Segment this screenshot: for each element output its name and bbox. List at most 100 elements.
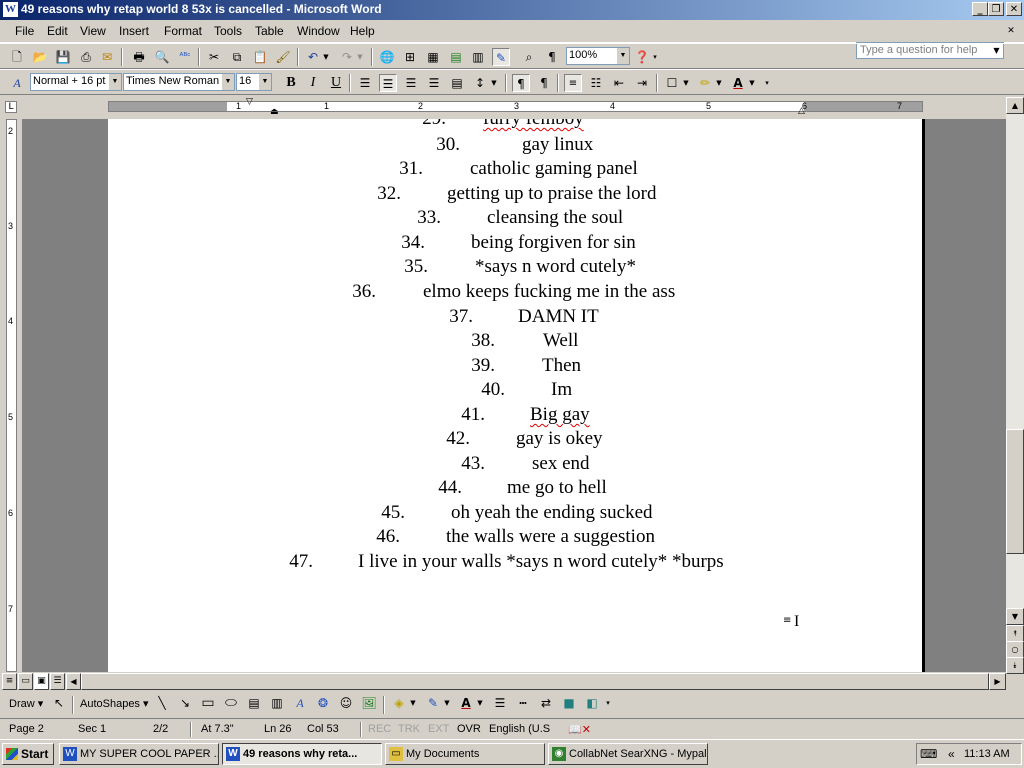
chevron-down-icon[interactable]: ▼ [258, 74, 271, 90]
increase-indent-icon[interactable]: ⇥ [633, 74, 651, 92]
next-page-icon[interactable]: ⯯ [1006, 657, 1024, 674]
style-select[interactable]: Normal + 16 pt ▼ [30, 73, 122, 91]
justify-icon[interactable]: ☰ [425, 74, 443, 92]
paste-icon[interactable]: 📋 [251, 48, 269, 66]
status-section[interactable]: Sec 1 [78, 723, 106, 735]
start-button[interactable]: Start [2, 743, 54, 765]
redo-dropdown-icon[interactable]: ▼ [355, 48, 365, 66]
select-browse-object-icon[interactable]: ○ [1006, 641, 1024, 658]
word-app-icon[interactable]: W [3, 2, 18, 17]
border-dropdown-icon[interactable]: ▼ [681, 74, 691, 92]
menu-table[interactable]: Table [255, 24, 284, 38]
align-center-icon[interactable]: ☰ [379, 74, 397, 92]
minimize-button[interactable]: _ [972, 2, 988, 16]
line-spacing-dropdown-icon[interactable]: ▼ [489, 74, 499, 92]
vertical-ruler[interactable]: 2 3 4 5 6 7 [0, 119, 22, 672]
status-rec[interactable]: REC [368, 723, 391, 735]
status-trk[interactable]: TRK [398, 723, 420, 735]
print-preview-icon[interactable]: 🔍 [153, 48, 171, 66]
autoshapes-menu-button[interactable]: AutoShapes ▾ [80, 697, 149, 710]
permission-icon[interactable]: ⎙ [77, 48, 95, 66]
close-button[interactable]: ✕ [1006, 2, 1022, 16]
email-icon[interactable]: ✉ [98, 48, 116, 66]
undo-icon[interactable]: ↶ [304, 48, 322, 66]
outline-view-icon[interactable]: ☰ [50, 673, 65, 690]
font-color-icon[interactable]: A [729, 74, 747, 92]
fill-color-icon[interactable]: ◈ [390, 694, 408, 712]
keyboard-icon[interactable]: ⌨ [920, 747, 937, 761]
text-box-icon[interactable]: ▤ [245, 694, 263, 712]
menu-format[interactable]: Format [164, 24, 202, 38]
menu-window[interactable]: Window [297, 24, 340, 38]
select-objects-icon[interactable]: ↖ [50, 694, 68, 712]
vertical-scrollbar[interactable]: ▲ ▼ ⯭ ○ ⯯ [1006, 97, 1024, 674]
line-icon[interactable]: ╲ [153, 694, 171, 712]
open-folder-icon[interactable]: 📂 [31, 48, 49, 66]
taskbar-item[interactable]: ◉ CollabNet SearXNG - Mypal [548, 743, 708, 765]
diagram-icon[interactable]: ❂ [314, 694, 332, 712]
chevron-down-icon[interactable]: ▼ [616, 48, 629, 64]
columns-icon[interactable]: ▥ [469, 48, 487, 66]
line-color-dropdown-icon[interactable]: ▼ [442, 694, 452, 712]
scroll-up-icon[interactable]: ▲ [1006, 97, 1024, 114]
close-document-icon[interactable]: ✕ [1004, 22, 1018, 40]
line-spacing-icon[interactable]: ↕ [471, 74, 489, 92]
align-left-icon[interactable]: ☰ [356, 74, 374, 92]
3d-style-icon[interactable]: ◧ [583, 694, 601, 712]
new-document-icon[interactable]: 🗋 [8, 48, 26, 66]
dash-style-icon[interactable]: ┅ [514, 694, 532, 712]
decrease-indent-icon[interactable]: ⇤ [610, 74, 628, 92]
cut-icon[interactable]: ✂ [205, 48, 223, 66]
rectangle-icon[interactable]: ▭ [199, 694, 217, 712]
web-layout-icon[interactable]: ▭ [18, 673, 33, 690]
border-icon[interactable]: ☐ [663, 74, 681, 92]
format-painter-icon[interactable]: 🖌 [274, 48, 292, 66]
restore-button[interactable]: ❐ [988, 2, 1004, 16]
tab-selector-icon[interactable]: L [5, 101, 17, 113]
print-icon[interactable]: 🖶 [130, 48, 148, 66]
vertical-text-box-icon[interactable]: ▥ [268, 694, 286, 712]
menu-edit[interactable]: Edit [47, 24, 68, 38]
toolbar-options-icon[interactable]: ▾ [603, 694, 613, 712]
line-style-icon[interactable]: ☰ [491, 694, 509, 712]
styles-formatting-icon[interactable]: A [8, 74, 26, 92]
insert-excel-icon[interactable]: ▤ [447, 48, 465, 66]
font-color-dropdown-icon[interactable]: ▼ [747, 74, 757, 92]
highlight-dropdown-icon[interactable]: ▼ [714, 74, 724, 92]
chevron-down-icon[interactable]: ▼ [108, 74, 121, 90]
normal-view-icon[interactable]: ≡ [2, 673, 17, 690]
rtl-icon[interactable]: ¶ [535, 74, 553, 92]
underline-button[interactable]: U [327, 74, 345, 92]
italic-button[interactable]: I [304, 74, 322, 92]
clock[interactable]: 11:13 AM [964, 748, 1010, 760]
font-color-icon[interactable]: A [457, 694, 475, 712]
spelling-status-icon[interactable]: 📖✕ [568, 723, 591, 736]
print-layout-icon[interactable]: ▣ [34, 673, 49, 690]
status-language[interactable]: English (U.S [489, 723, 550, 735]
toolbar-options-icon[interactable]: ▾ [762, 74, 772, 92]
help-icon[interactable]: ❓ [633, 48, 651, 66]
bold-button[interactable]: B [282, 74, 300, 92]
menu-view[interactable]: View [80, 24, 106, 38]
previous-page-icon[interactable]: ⯭ [1006, 625, 1024, 642]
arrow-icon[interactable]: ↘ [176, 694, 194, 712]
highlight-icon[interactable]: ✏ [696, 74, 714, 92]
status-page-count[interactable]: 2/2 [153, 723, 168, 735]
hanging-indent-icon[interactable]: ⏏ [270, 108, 279, 117]
numbering-icon[interactable]: ≡ [564, 74, 582, 92]
insert-hyperlink-icon[interactable]: 🌐 [378, 48, 396, 66]
scroll-left-icon[interactable]: ◀ [66, 673, 81, 690]
line-color-icon[interactable]: ✎ [424, 694, 442, 712]
distributed-icon[interactable]: ▤ [448, 74, 466, 92]
taskbar-item[interactable]: ▭ My Documents [385, 743, 545, 765]
draw-menu-button[interactable]: Draw ▾ [9, 697, 43, 710]
first-line-indent-icon[interactable]: ▽ [246, 98, 253, 107]
arrow-style-icon[interactable]: ⇄ [537, 694, 555, 712]
scroll-thumb[interactable] [81, 673, 989, 690]
font-color-dropdown-icon[interactable]: ▼ [475, 694, 485, 712]
tables-borders-icon[interactable]: ⊞ [401, 48, 419, 66]
font-select[interactable]: Times New Roman ▼ [123, 73, 235, 91]
document-map-icon[interactable]: ⌕ [520, 48, 538, 66]
menu-insert[interactable]: Insert [119, 24, 149, 38]
drawing-icon[interactable]: ✎ [492, 48, 510, 66]
